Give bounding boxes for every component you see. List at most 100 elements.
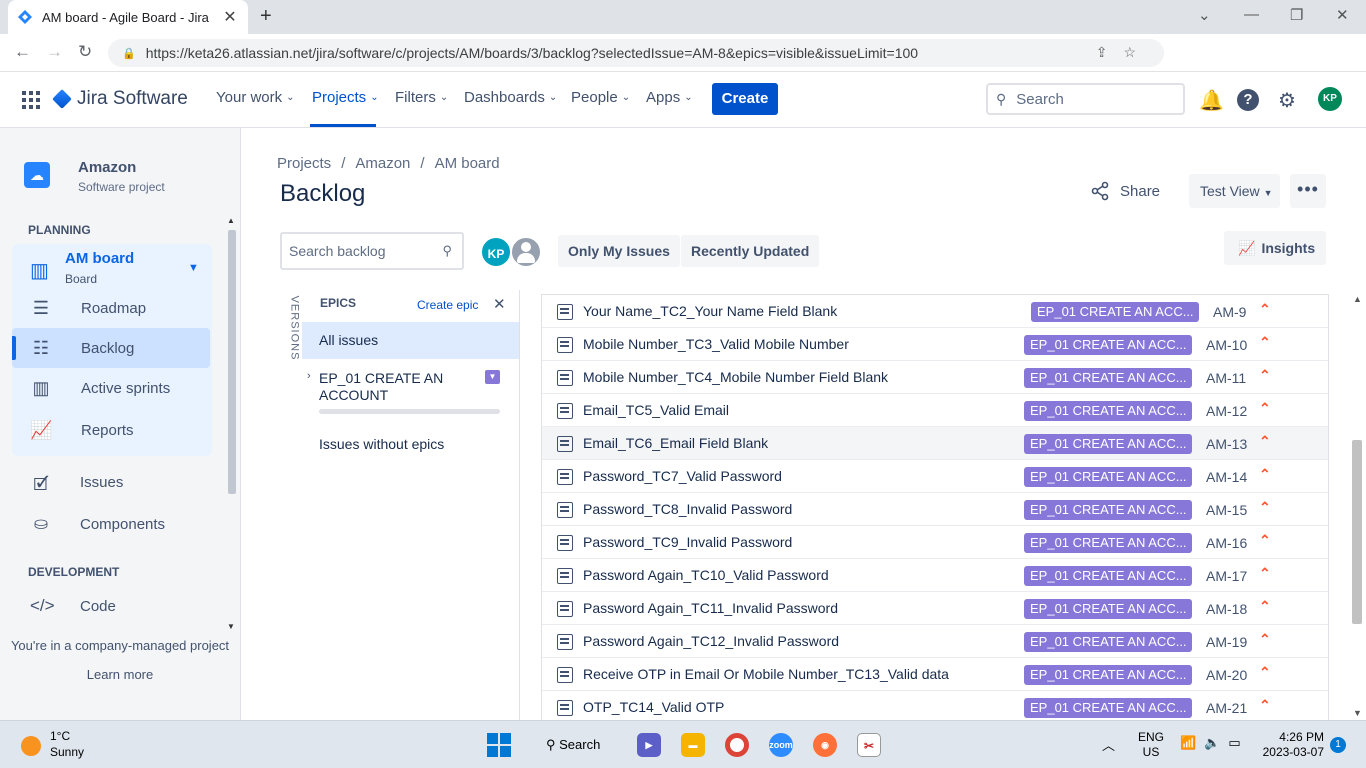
issue-summary[interactable]: Password Again_TC10_Valid Password — [583, 567, 829, 583]
unassigned-filter-avatar[interactable] — [510, 236, 542, 268]
scroll-up-icon[interactable]: ▲ — [1353, 294, 1362, 304]
wifi-volume-battery-icon[interactable]: 📶🔈▭ — [1180, 735, 1249, 751]
issue-key[interactable]: AM-12 — [1206, 403, 1250, 419]
issue-summary[interactable]: Email_TC5_Valid Email — [583, 402, 729, 418]
menu-people[interactable]: People ⌄ — [571, 89, 630, 106]
epic-lozenge[interactable]: EP_01 CREATE AN ACC... — [1024, 500, 1192, 520]
breadcrumb-projects[interactable]: Projects — [277, 155, 331, 172]
sidebar-item-reports[interactable]: 📈 Reports — [12, 410, 212, 450]
windows-start-icon[interactable] — [487, 733, 511, 757]
user-avatar[interactable]: KP — [1318, 87, 1342, 111]
epic-lozenge[interactable]: EP_01 CREATE AN ACC... — [1024, 467, 1192, 487]
zoom-icon[interactable]: zoom — [769, 733, 793, 757]
issue-key[interactable]: AM-20 — [1206, 667, 1250, 683]
menu-dashboards[interactable]: Dashboards ⌄ — [464, 89, 557, 106]
scroll-down-icon[interactable]: ▼ — [1353, 708, 1362, 718]
issues-without-epics-item[interactable]: Issues without epics — [319, 436, 444, 452]
epic-lozenge[interactable]: EP_01 CREATE AN ACC... — [1024, 368, 1192, 388]
sidebar-scrollbar[interactable]: ▲ ▼ — [226, 216, 236, 632]
issue-summary[interactable]: Email_TC6_Email Field Blank — [583, 435, 768, 451]
chevron-right-icon[interactable]: › — [307, 370, 311, 382]
share-page-icon[interactable]: ⇪☆ — [1096, 44, 1152, 61]
issue-key[interactable]: AM-13 — [1206, 436, 1250, 452]
app-switcher-icon[interactable] — [22, 91, 40, 109]
epic-lozenge[interactable]: EP_01 CREATE AN ACC... — [1024, 401, 1192, 421]
epic-lozenge[interactable]: EP_01 CREATE AN ACC... — [1024, 335, 1192, 355]
issue-summary[interactable]: Password_TC7_Valid Password — [583, 468, 782, 484]
issue-key[interactable]: AM-15 — [1206, 502, 1250, 518]
issue-summary[interactable]: OTP_TC14_Valid OTP — [583, 699, 724, 715]
sidebar-item-backlog[interactable]: ☷ Backlog — [12, 328, 210, 368]
close-icon[interactable]: ✕ — [493, 295, 506, 313]
create-button[interactable]: Create — [712, 83, 778, 115]
firefox-icon[interactable]: ◉ — [813, 733, 837, 757]
issue-row[interactable]: Email_TC5_Valid Email EP_01 CREATE AN ACC… — [542, 394, 1328, 427]
issue-summary[interactable]: Mobile Number_TC3_Valid Mobile Number — [583, 336, 849, 352]
help-icon[interactable]: ? — [1237, 89, 1259, 111]
notification-badge[interactable]: 1 — [1330, 737, 1346, 753]
issue-key[interactable]: AM-21 — [1206, 700, 1250, 716]
snipping-tool-icon[interactable]: ✂ — [857, 733, 881, 757]
breadcrumb-am-board[interactable]: AM board — [435, 155, 500, 172]
chevron-down-icon[interactable]: ▼ — [188, 262, 199, 274]
issue-summary[interactable]: Receive OTP in Email Or Mobile Number_TC… — [583, 666, 949, 682]
file-explorer-icon[interactable]: ▬ — [681, 733, 705, 757]
issue-summary[interactable]: Mobile Number_TC4_Mobile Number Field Bl… — [583, 369, 888, 385]
issue-row[interactable]: Password Again_TC12_Invalid Password EP_0… — [542, 625, 1328, 658]
issue-row[interactable]: Password Again_TC11_Invalid Password EP_0… — [542, 592, 1328, 625]
tab-search-icon[interactable]: ⌄ — [1198, 6, 1211, 24]
test-view-dropdown[interactable]: Test View ▼ — [1189, 174, 1280, 208]
search-backlog-input[interactable]: Search backlog ⚲ — [280, 232, 464, 270]
scrollbar-thumb[interactable] — [1352, 440, 1362, 624]
close-tab-icon[interactable]: ✕ — [222, 7, 238, 27]
breadcrumb-amazon[interactable]: Amazon — [355, 155, 410, 172]
issue-row[interactable]: Mobile Number_TC3_Valid Mobile Number EP_… — [542, 328, 1328, 361]
epic-lozenge[interactable]: EP_01 CREATE AN ACC... — [1024, 632, 1192, 652]
scroll-down-icon[interactable]: ▼ — [227, 622, 235, 631]
menu-filters[interactable]: Filters ⌄ — [395, 89, 448, 106]
issue-row[interactable]: Password_TC8_Invalid Password EP_01 CREAT… — [542, 493, 1328, 526]
issue-row[interactable]: Receive OTP in Email Or Mobile Number_TC… — [542, 658, 1328, 691]
scrollbar-thumb[interactable] — [228, 230, 236, 494]
issue-summary[interactable]: Password_TC9_Invalid Password — [583, 534, 792, 550]
teams-meet-icon[interactable]: ▶ — [637, 733, 661, 757]
minimize-icon[interactable]: — — [1244, 6, 1259, 23]
forward-icon[interactable]: → — [46, 42, 63, 62]
weather-condition[interactable]: Sunny — [50, 745, 84, 759]
issue-row[interactable]: OTP_TC14_Valid OTP EP_01 CREATE AN ACC...… — [542, 691, 1328, 720]
search-input[interactable]: ⚲ Search — [986, 83, 1185, 115]
project-name[interactable]: Amazon — [78, 159, 136, 176]
settings-gear-icon[interactable]: ⚙ — [1278, 88, 1296, 113]
issue-key[interactable]: AM-16 — [1206, 535, 1250, 551]
issue-row[interactable]: Your Name_TC2_Your Name Field Blank EP_01… — [542, 295, 1328, 328]
issue-key[interactable]: AM-14 — [1206, 469, 1250, 485]
taskbar-search[interactable]: ⚲ Search — [536, 729, 618, 761]
issue-summary[interactable]: Password_TC8_Invalid Password — [583, 501, 792, 517]
jira-logo[interactable]: Jira Software — [52, 88, 188, 110]
notifications-icon[interactable]: 🔔 — [1199, 88, 1224, 113]
close-window-icon[interactable]: ✕ — [1336, 6, 1349, 24]
epic-lozenge[interactable]: EP_01 CREATE AN ACC... — [1031, 302, 1199, 322]
issue-summary[interactable]: Your Name_TC2_Your Name Field Blank — [583, 303, 837, 319]
scroll-up-icon[interactable]: ▲ — [227, 216, 235, 225]
epic-lozenge[interactable]: EP_01 CREATE AN ACC... — [1024, 665, 1192, 685]
back-icon[interactable]: ← — [14, 42, 31, 62]
issue-key[interactable]: AM-11 — [1206, 370, 1250, 386]
issue-key[interactable]: AM-10 — [1206, 337, 1250, 353]
insights-button[interactable]: 📈 Insights — [1224, 231, 1326, 265]
epic-menu-icon[interactable]: ▼ — [485, 370, 500, 384]
epic-lozenge[interactable]: EP_01 CREATE AN ACC... — [1024, 533, 1192, 553]
menu-your-work[interactable]: Your work ⌄ — [216, 89, 295, 106]
issue-key[interactable]: AM-19 — [1206, 634, 1250, 650]
share-button[interactable]: Share — [1090, 181, 1160, 201]
sidebar-item-active-sprints[interactable]: ▥ Active sprints — [12, 368, 212, 408]
menu-apps[interactable]: Apps ⌄ — [646, 89, 693, 106]
epic-lozenge[interactable]: EP_01 CREATE AN ACC... — [1024, 434, 1192, 454]
sidebar-item-roadmap[interactable]: ☰ Roadmap — [12, 288, 212, 328]
language-indicator[interactable]: ENG US — [1138, 730, 1164, 760]
more-actions-button[interactable]: ••• — [1290, 174, 1326, 208]
issue-row[interactable]: Password Again_TC10_Valid Password EP_01 … — [542, 559, 1328, 592]
chrome-icon[interactable] — [725, 733, 749, 757]
browser-tab[interactable]: AM board - Agile Board - Jira ✕ — [8, 0, 248, 34]
issue-key[interactable]: AM-18 — [1206, 601, 1250, 617]
